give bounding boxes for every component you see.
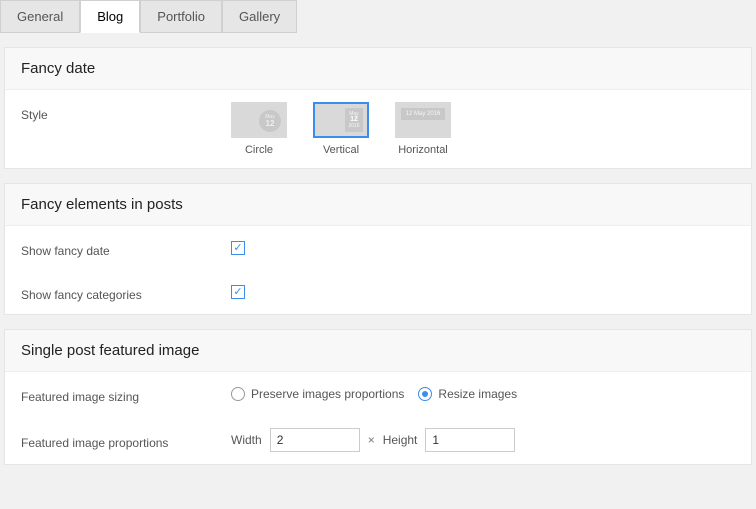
sizing-option-preserve[interactable]: Preserve images proportions: [231, 387, 404, 401]
panel-title: Single post featured image: [5, 330, 751, 372]
radio-icon: [231, 387, 245, 401]
panel-title: Fancy date: [5, 48, 751, 90]
tab-portfolio[interactable]: Portfolio: [140, 0, 222, 33]
thumb-vertical: May122016: [313, 102, 369, 138]
sizing-radio-group: Preserve images proportions Resize image…: [231, 387, 517, 401]
height-label: Height: [383, 433, 418, 447]
proportions-label: Featured image proportions: [21, 430, 231, 450]
radio-icon: [418, 387, 432, 401]
panel-featured-image: Single post featured image Featured imag…: [4, 329, 752, 465]
style-option-label: Vertical: [313, 144, 369, 156]
thumb-circle: May12: [231, 102, 287, 138]
tab-blog[interactable]: Blog: [80, 0, 140, 33]
proportions-inputs: Width × Height: [231, 428, 515, 452]
width-input[interactable]: [270, 428, 360, 452]
sizing-label: Featured image sizing: [21, 384, 231, 404]
radio-label: Preserve images proportions: [251, 387, 404, 401]
thumb-horizontal: 12 May 2016: [395, 102, 451, 138]
style-option-label: Circle: [231, 144, 287, 156]
panel-title: Fancy elements in posts: [5, 184, 751, 226]
style-option-vertical[interactable]: May122016 Vertical: [313, 102, 369, 156]
width-label: Width: [231, 433, 262, 447]
style-label: Style: [21, 102, 231, 122]
height-input[interactable]: [425, 428, 515, 452]
show-fancy-categories-checkbox[interactable]: [231, 285, 245, 299]
tab-gallery[interactable]: Gallery: [222, 0, 297, 33]
style-option-horizontal[interactable]: 12 May 2016 Horizontal: [395, 102, 451, 156]
panel-fancy-date: Fancy date Style May12 Circle May122016 …: [4, 47, 752, 169]
style-option-circle[interactable]: May12 Circle: [231, 102, 287, 156]
show-fancy-date-checkbox[interactable]: [231, 241, 245, 255]
panel-fancy-elements: Fancy elements in posts Show fancy date …: [4, 183, 752, 315]
style-options: May12 Circle May122016 Vertical 12 May 2…: [231, 102, 451, 156]
times-symbol: ×: [368, 433, 375, 447]
tabs-bar: General Blog Portfolio Gallery: [0, 0, 756, 33]
radio-label: Resize images: [438, 387, 517, 401]
show-fancy-categories-label: Show fancy categories: [21, 282, 231, 302]
sizing-option-resize[interactable]: Resize images: [418, 387, 517, 401]
tab-general[interactable]: General: [0, 0, 80, 33]
style-option-label: Horizontal: [395, 144, 451, 156]
show-fancy-date-label: Show fancy date: [21, 238, 231, 258]
